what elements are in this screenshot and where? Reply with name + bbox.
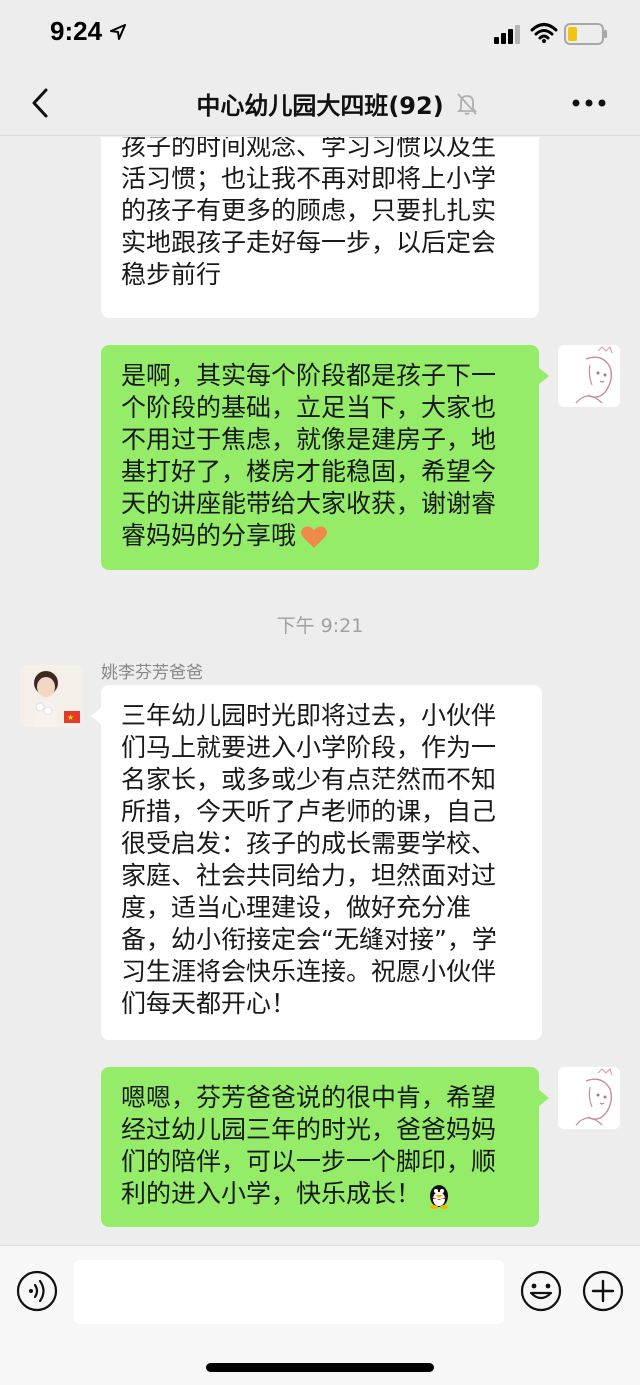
- message-timestamp: 下午 9:21: [276, 615, 364, 637]
- message-line: 不用过于焦虑，就像是建房子，地: [121, 425, 497, 454]
- message-line: 名家长，或多或少有点茫然而不知: [121, 765, 497, 794]
- message-line: 孩子的时间观念、学习习惯以及生: [121, 137, 497, 161]
- message-line: 稳步前行: [121, 260, 222, 289]
- message-line: 睿妈妈的分享哦: [121, 520, 519, 552]
- message-line: 们每天都开心！: [121, 989, 297, 1018]
- voice-input-icon[interactable]: [16, 1270, 58, 1312]
- child-photo-avatar-icon: ★: [20, 665, 82, 727]
- mute-bell-icon: [456, 93, 478, 115]
- message-line: 实地跟孩子走好每一步，以后定会: [121, 228, 497, 257]
- message-input-bar: [0, 1245, 640, 1385]
- sketch-girl-avatar-icon: [558, 345, 620, 407]
- message-line: 家庭、社会共同给力，坦然面对过: [121, 861, 497, 890]
- my-avatar[interactable]: [558, 1067, 620, 1129]
- message-bubble-outgoing[interactable]: 是啊，其实每个阶段都是孩子下一 个阶段的基础，立足当下，大家也 不用过于焦虑，就…: [101, 345, 549, 570]
- wifi-icon: [530, 23, 558, 43]
- message-line: 习生涯将会快乐连接。祝愿小伙伴: [121, 957, 497, 986]
- message-line: 们马上就要进入小学阶段，作为一: [121, 733, 497, 762]
- cellular-signal-icon: [494, 25, 520, 44]
- chat-header: 中心幼儿园大四班(92): [0, 70, 640, 136]
- add-attachment-icon[interactable]: [582, 1270, 624, 1312]
- message-line: 经过幼儿园三年的时光，爸爸妈妈: [121, 1115, 497, 1144]
- chat-message-list[interactable]: 孩子的时间观念、学习习惯以及生 活习惯；也让我不再对即将上小学 的孩子有更多的顾…: [0, 137, 640, 1245]
- penguin-emoji-icon: [430, 1185, 449, 1209]
- message-bubble-incoming[interactable]: 三年幼儿园时光即将过去，小伙伴 们马上就要进入小学阶段，作为一 名家长，或多或少…: [91, 685, 542, 1040]
- message-line: 备，幼小衔接定会“无缝对接”，学: [121, 925, 497, 954]
- message-line: 天的讲座能带给大家收获，谢谢睿: [121, 489, 497, 518]
- status-bar: 9:24: [0, 0, 640, 70]
- message-line: 个阶段的基础，立足当下，大家也: [121, 393, 497, 422]
- message-bubble-incoming[interactable]: 孩子的时间观念、学习习惯以及生 活习惯；也让我不再对即将上小学 的孩子有更多的顾…: [101, 137, 539, 318]
- status-time: 9:24: [50, 16, 103, 46]
- message-line: 三年幼儿园时光即将过去，小伙伴: [121, 701, 497, 730]
- message-text-field[interactable]: [74, 1260, 504, 1324]
- message-line: 利的进入小学，快乐成长！: [121, 1178, 519, 1210]
- emoji-picker-icon[interactable]: [520, 1270, 562, 1312]
- message-line: 活习惯；也让我不再对即将上小学: [121, 164, 497, 193]
- message-line: 基打好了，楼房才能稳固，希望今: [121, 457, 497, 486]
- sender-avatar[interactable]: ★: [20, 665, 82, 727]
- message-line: 很受启发：孩子的成长需要学校、: [121, 829, 497, 858]
- message-line-text: 睿妈妈的分享哦: [121, 521, 297, 550]
- message-line: 嗯嗯，芬芳爸爸说的很中肯，希望: [121, 1083, 497, 1112]
- more-options-icon[interactable]: [572, 98, 606, 108]
- message-line: 所措，今天听了卢老师的课，自己: [121, 797, 497, 826]
- my-avatar[interactable]: [558, 345, 620, 407]
- message-bubble-outgoing[interactable]: 嗯嗯，芬芳爸爸说的很中肯，希望 经过幼儿园三年的时光，爸爸妈妈 们的陪伴，可以一…: [101, 1067, 549, 1227]
- home-indicator[interactable]: [206, 1363, 434, 1372]
- svg-text:★: ★: [67, 713, 74, 722]
- message-line: 们的陪伴，可以一步一个脚印，顺: [121, 1147, 497, 1176]
- location-arrow-icon: [110, 24, 126, 40]
- message-line: 度，适当心理建设，做好充分准: [121, 893, 472, 922]
- sketch-girl-avatar-icon: [558, 1067, 620, 1129]
- heart-emoji-icon: [301, 526, 328, 548]
- battery-icon: [564, 23, 607, 45]
- message-line: 的孩子有更多的顾虑，只要扎扎实: [121, 196, 497, 225]
- message-line: 是啊，其实每个阶段都是孩子下一: [121, 361, 497, 390]
- chat-title: 中心幼儿园大四班(92): [196, 92, 444, 120]
- message-line-text: 利的进入小学，快乐成长！: [121, 1179, 422, 1208]
- sender-name: 姚李芬芳爸爸: [101, 663, 203, 683]
